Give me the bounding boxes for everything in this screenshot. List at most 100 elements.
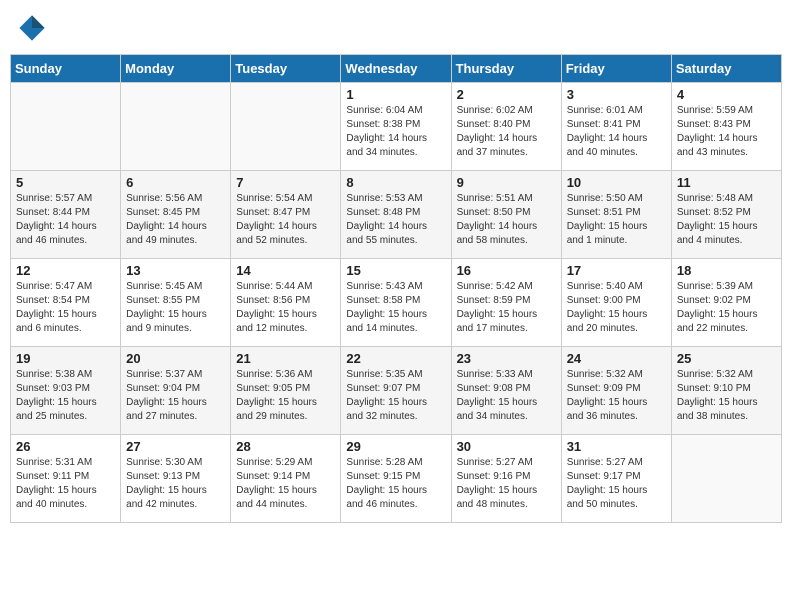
daylight-text: Daylight: 15 hours and 46 minutes. [346,485,427,510]
day-number: 6 [126,175,225,190]
daylight-text: Daylight: 15 hours and 29 minutes. [236,397,317,422]
calendar-day-cell: 11 Sunrise: 5:48 AM Sunset: 8:52 PM Dayl… [671,171,781,259]
sunrise-text: Sunrise: 5:45 AM [126,281,202,292]
daylight-text: Daylight: 15 hours and 17 minutes. [457,309,538,334]
sunrise-text: Sunrise: 6:01 AM [567,105,643,116]
calendar-day-cell: 10 Sunrise: 5:50 AM Sunset: 8:51 PM Dayl… [561,171,671,259]
sunset-text: Sunset: 9:14 PM [236,471,310,482]
day-number: 31 [567,439,666,454]
sunrise-text: Sunrise: 5:47 AM [16,281,92,292]
sunset-text: Sunset: 9:15 PM [346,471,420,482]
day-number: 14 [236,263,335,278]
day-number: 1 [346,87,445,102]
daylight-text: Daylight: 15 hours and 27 minutes. [126,397,207,422]
calendar-day-cell: 28 Sunrise: 5:29 AM Sunset: 9:14 PM Dayl… [231,435,341,523]
day-info: Sunrise: 5:59 AM Sunset: 8:43 PM Dayligh… [677,104,776,160]
sunrise-text: Sunrise: 5:27 AM [567,457,643,468]
sunrise-text: Sunrise: 5:27 AM [457,457,533,468]
day-info: Sunrise: 6:04 AM Sunset: 8:38 PM Dayligh… [346,104,445,160]
calendar-day-cell [231,83,341,171]
calendar-day-cell: 17 Sunrise: 5:40 AM Sunset: 9:00 PM Dayl… [561,259,671,347]
sunrise-text: Sunrise: 5:35 AM [346,369,422,380]
day-number: 23 [457,351,556,366]
calendar-day-cell: 30 Sunrise: 5:27 AM Sunset: 9:16 PM Dayl… [451,435,561,523]
sunrise-text: Sunrise: 5:59 AM [677,105,753,116]
day-of-week-header: Wednesday [341,55,451,83]
calendar-day-cell: 3 Sunrise: 6:01 AM Sunset: 8:41 PM Dayli… [561,83,671,171]
sunset-text: Sunset: 8:43 PM [677,119,751,130]
daylight-text: Daylight: 15 hours and 20 minutes. [567,309,648,334]
calendar-day-cell: 31 Sunrise: 5:27 AM Sunset: 9:17 PM Dayl… [561,435,671,523]
day-number: 9 [457,175,556,190]
calendar-day-cell [121,83,231,171]
day-info: Sunrise: 5:45 AM Sunset: 8:55 PM Dayligh… [126,280,225,336]
day-number: 10 [567,175,666,190]
daylight-text: Daylight: 15 hours and 36 minutes. [567,397,648,422]
sunset-text: Sunset: 8:48 PM [346,207,420,218]
sunset-text: Sunset: 8:54 PM [16,295,90,306]
day-number: 19 [16,351,115,366]
sunset-text: Sunset: 8:58 PM [346,295,420,306]
calendar-day-cell: 13 Sunrise: 5:45 AM Sunset: 8:55 PM Dayl… [121,259,231,347]
sunrise-text: Sunrise: 5:40 AM [567,281,643,292]
day-number: 27 [126,439,225,454]
sunset-text: Sunset: 9:03 PM [16,383,90,394]
day-info: Sunrise: 5:44 AM Sunset: 8:56 PM Dayligh… [236,280,335,336]
calendar-day-cell [11,83,121,171]
day-of-week-header: Saturday [671,55,781,83]
day-number: 12 [16,263,115,278]
sunrise-text: Sunrise: 5:48 AM [677,193,753,204]
sunrise-text: Sunrise: 6:04 AM [346,105,422,116]
day-number: 3 [567,87,666,102]
day-info: Sunrise: 5:28 AM Sunset: 9:15 PM Dayligh… [346,456,445,512]
sunset-text: Sunset: 8:51 PM [567,207,641,218]
day-info: Sunrise: 5:27 AM Sunset: 9:16 PM Dayligh… [457,456,556,512]
calendar-day-cell: 20 Sunrise: 5:37 AM Sunset: 9:04 PM Dayl… [121,347,231,435]
daylight-text: Daylight: 15 hours and 22 minutes. [677,309,758,334]
day-info: Sunrise: 5:47 AM Sunset: 8:54 PM Dayligh… [16,280,115,336]
sunrise-text: Sunrise: 5:43 AM [346,281,422,292]
daylight-text: Daylight: 15 hours and 50 minutes. [567,485,648,510]
day-number: 20 [126,351,225,366]
sunrise-text: Sunrise: 5:53 AM [346,193,422,204]
sunset-text: Sunset: 9:07 PM [346,383,420,394]
daylight-text: Daylight: 15 hours and 38 minutes. [677,397,758,422]
day-number: 29 [346,439,445,454]
day-number: 21 [236,351,335,366]
day-info: Sunrise: 6:01 AM Sunset: 8:41 PM Dayligh… [567,104,666,160]
day-info: Sunrise: 5:35 AM Sunset: 9:07 PM Dayligh… [346,368,445,424]
day-number: 28 [236,439,335,454]
sunrise-text: Sunrise: 5:57 AM [16,193,92,204]
day-number: 8 [346,175,445,190]
sunset-text: Sunset: 9:17 PM [567,471,641,482]
daylight-text: Daylight: 15 hours and 4 minutes. [677,221,758,246]
daylight-text: Daylight: 14 hours and 49 minutes. [126,221,207,246]
day-info: Sunrise: 5:43 AM Sunset: 8:58 PM Dayligh… [346,280,445,336]
sunset-text: Sunset: 9:08 PM [457,383,531,394]
sunset-text: Sunset: 8:40 PM [457,119,531,130]
day-info: Sunrise: 5:33 AM Sunset: 9:08 PM Dayligh… [457,368,556,424]
calendar-week-row: 5 Sunrise: 5:57 AM Sunset: 8:44 PM Dayli… [11,171,782,259]
daylight-text: Daylight: 14 hours and 52 minutes. [236,221,317,246]
day-number: 16 [457,263,556,278]
sunset-text: Sunset: 9:00 PM [567,295,641,306]
sunset-text: Sunset: 9:16 PM [457,471,531,482]
day-number: 17 [567,263,666,278]
calendar-day-cell: 18 Sunrise: 5:39 AM Sunset: 9:02 PM Dayl… [671,259,781,347]
day-number: 7 [236,175,335,190]
calendar-day-cell: 4 Sunrise: 5:59 AM Sunset: 8:43 PM Dayli… [671,83,781,171]
daylight-text: Daylight: 14 hours and 40 minutes. [567,133,648,158]
day-number: 30 [457,439,556,454]
daylight-text: Daylight: 15 hours and 34 minutes. [457,397,538,422]
sunrise-text: Sunrise: 5:39 AM [677,281,753,292]
day-of-week-header: Monday [121,55,231,83]
daylight-text: Daylight: 15 hours and 25 minutes. [16,397,97,422]
logo [18,14,50,42]
daylight-text: Daylight: 15 hours and 48 minutes. [457,485,538,510]
day-info: Sunrise: 5:56 AM Sunset: 8:45 PM Dayligh… [126,192,225,248]
header [10,10,782,46]
day-number: 25 [677,351,776,366]
day-info: Sunrise: 5:40 AM Sunset: 9:00 PM Dayligh… [567,280,666,336]
day-info: Sunrise: 5:38 AM Sunset: 9:03 PM Dayligh… [16,368,115,424]
calendar-day-cell: 29 Sunrise: 5:28 AM Sunset: 9:15 PM Dayl… [341,435,451,523]
